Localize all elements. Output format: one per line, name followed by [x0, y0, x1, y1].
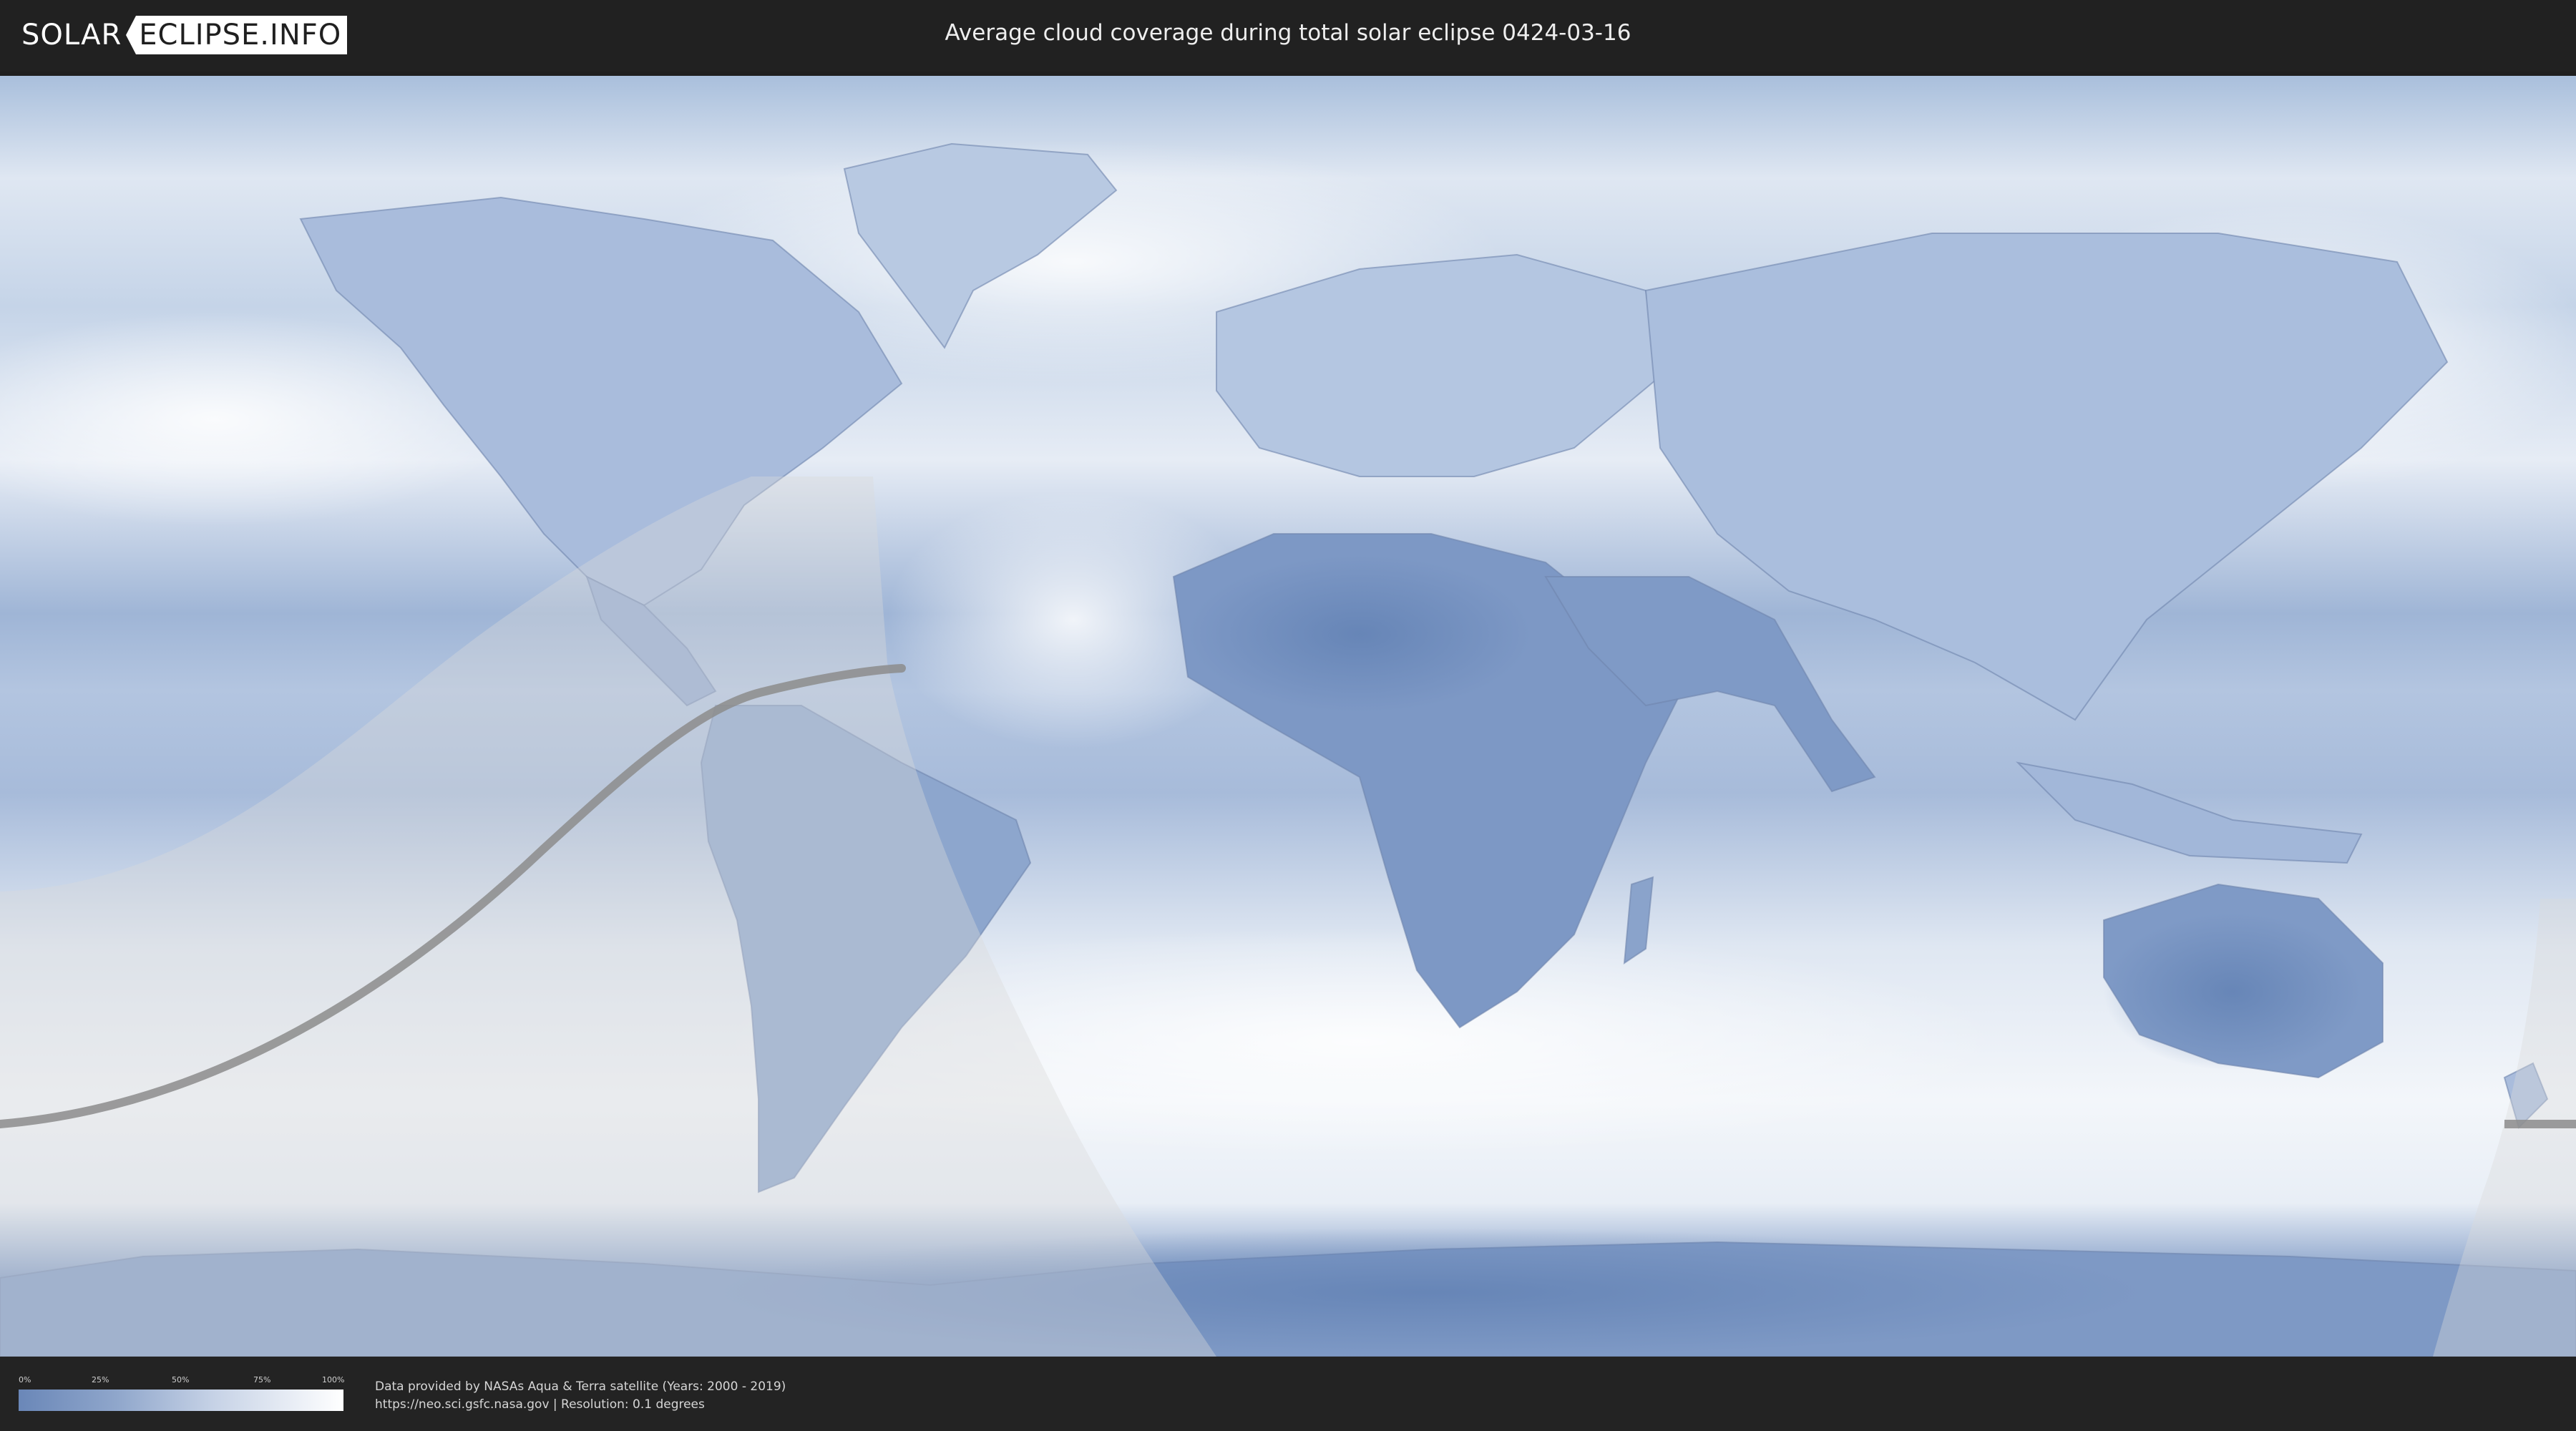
sahara-clear-sky: [1188, 555, 1531, 713]
credits-url[interactable]: https://neo.sci.gsfc.nasa.gov | Resoluti…: [375, 1396, 786, 1414]
map-canvas: [0, 76, 2576, 1357]
page-title: Average cloud coverage during total sola…: [945, 20, 1631, 46]
data-credits: Data provided by NASAs Aqua & Terra sate…: [375, 1378, 786, 1414]
legend-color-scale: [19, 1390, 343, 1411]
legend-ticks: 0% 25% 50% 75% 100%: [19, 1375, 345, 1385]
australia-clear-sky: [2104, 913, 2361, 1070]
credits-source: Data provided by NASAs Aqua & Terra sate…: [375, 1379, 786, 1394]
legend-tick-50: 50%: [172, 1375, 190, 1384]
header-bar: SOLAR ECLIPSE.INFO Average cloud coverag…: [0, 0, 2576, 72]
cloud-coverage-legend: 0% 25% 50% 75% 100%: [19, 1375, 345, 1414]
cloud-coverage-map[interactable]: [0, 76, 2576, 1357]
legend-tick-75: 75%: [253, 1375, 271, 1384]
legend-tick-0: 0%: [19, 1375, 31, 1384]
legend-tick-25: 25%: [92, 1375, 109, 1384]
legend-tick-100: 100%: [322, 1375, 345, 1384]
